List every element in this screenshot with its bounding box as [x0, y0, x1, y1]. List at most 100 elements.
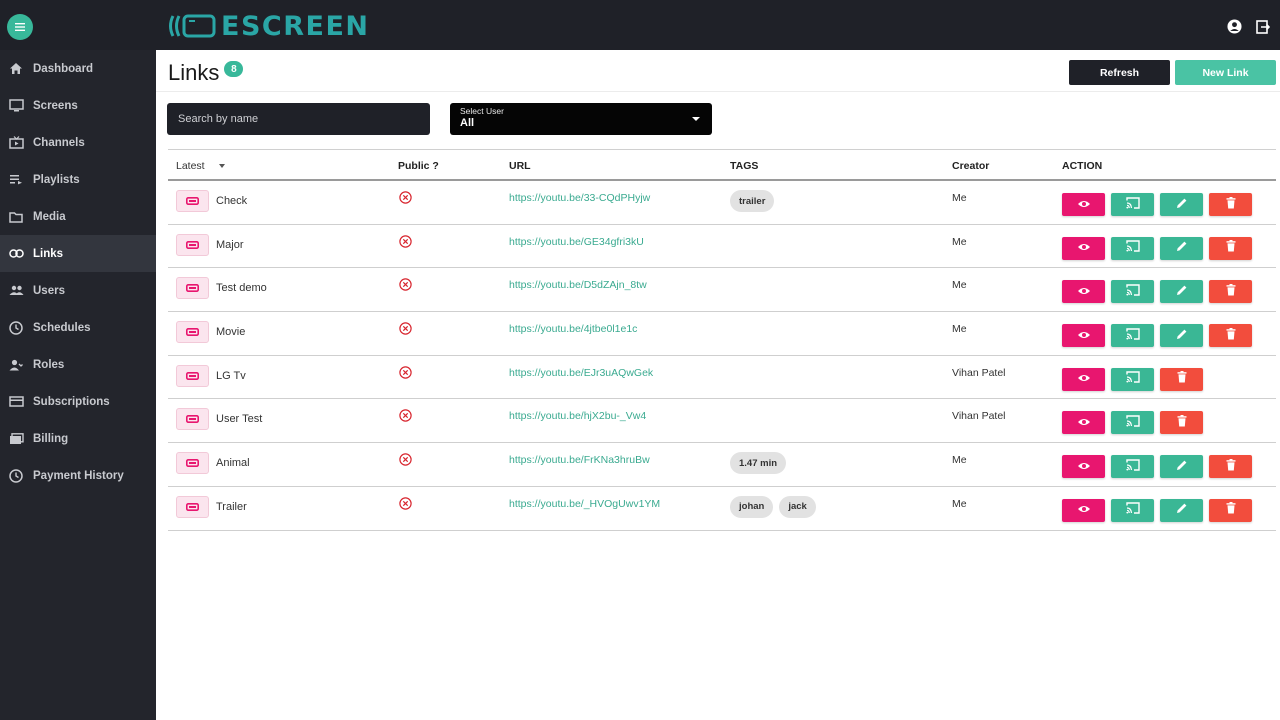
view-button[interactable] [1062, 324, 1105, 348]
delete-button[interactable] [1209, 324, 1252, 348]
count-badge: 8 [224, 61, 244, 77]
view-button[interactable] [1062, 455, 1105, 479]
link-name[interactable]: Major [216, 239, 244, 251]
edit-button[interactable] [1160, 280, 1203, 304]
link-url[interactable]: https://youtu.be/D5dZAjn_8tw [509, 279, 647, 291]
eye-icon [1077, 283, 1091, 301]
tag-chip[interactable]: 1.47 min [730, 452, 787, 475]
cast-button[interactable] [1111, 280, 1154, 304]
sidebar-item-subscriptions[interactable]: Subscriptions [0, 383, 156, 420]
cast-icon [1125, 283, 1140, 301]
sidebar-item-links[interactable]: Links [0, 235, 156, 272]
edit-button[interactable] [1160, 455, 1203, 479]
home-icon [8, 61, 24, 77]
sidebar-item-label: Media [33, 210, 66, 223]
sidebar-item-payment-history[interactable]: Payment History [0, 457, 156, 494]
sidebar-item-dashboard[interactable]: Dashboard [0, 50, 156, 87]
table-row: Check https://youtu.be/33-CQdPHyjw trailer… [168, 181, 1276, 225]
tag-chip[interactable]: johan [730, 495, 774, 518]
search-input[interactable] [167, 103, 430, 135]
link-url[interactable]: https://youtu.be/FrKNa3hruBw [509, 454, 650, 466]
tag-chip[interactable]: trailer [730, 190, 775, 212]
cast-button[interactable] [1111, 193, 1154, 216]
link-thumbnail [176, 190, 209, 212]
link-url[interactable]: https://youtu.be/33-CQdPHyjw [509, 192, 650, 204]
cast-button[interactable] [1111, 455, 1154, 479]
link-url[interactable]: https://youtu.be/4jtbe0l1e1c [509, 323, 637, 335]
link-url[interactable]: https://youtu.be/hjX2bu-_Vw4 [509, 410, 646, 422]
sidebar-item-screens[interactable]: Screens [0, 87, 156, 124]
delete-button[interactable] [1160, 367, 1203, 391]
link-thumbnail [176, 495, 209, 518]
delete-button[interactable] [1160, 411, 1203, 435]
sidebar-item-media[interactable]: Media [0, 198, 156, 235]
refresh-button[interactable]: Refresh [1069, 60, 1170, 85]
cast-button[interactable] [1111, 236, 1154, 260]
view-button[interactable] [1062, 498, 1105, 522]
link-name[interactable]: User Test [216, 413, 262, 425]
link-icon [8, 246, 24, 262]
edit-button[interactable] [1160, 193, 1203, 216]
user-select[interactable]: Select User All [450, 103, 712, 135]
video-icon [186, 240, 199, 249]
sidebar-item-billing[interactable]: Billing [0, 420, 156, 457]
new-link-button[interactable]: New Link [1175, 60, 1276, 85]
caret-down-icon [692, 117, 700, 121]
sidebar-item-roles[interactable]: Roles [0, 346, 156, 383]
link-name[interactable]: Movie [216, 326, 245, 338]
trash-icon [1226, 458, 1236, 476]
video-icon [186, 284, 199, 293]
sidebar-item-schedules[interactable]: Schedules [0, 309, 156, 346]
row-actions [1062, 367, 1203, 391]
sort-dropdown[interactable]: Latest [176, 160, 225, 172]
video-icon [186, 328, 199, 337]
view-button[interactable] [1062, 367, 1105, 391]
edit-button[interactable] [1160, 324, 1203, 348]
sidebar-item-label: Screens [33, 99, 78, 112]
logout-icon[interactable] [1256, 19, 1270, 34]
header-divider [156, 91, 1280, 92]
sidebar-item-playlists[interactable]: Playlists [0, 161, 156, 198]
row-actions [1062, 236, 1252, 260]
cast-button[interactable] [1111, 498, 1154, 522]
link-name[interactable]: Trailer [216, 501, 247, 513]
billing-icon [8, 431, 24, 447]
link-name[interactable]: Animal [216, 457, 250, 469]
tag-chip[interactable]: jack [779, 495, 816, 518]
account-icon[interactable] [1227, 19, 1242, 34]
users-icon [8, 283, 24, 299]
menu-toggle-button[interactable] [7, 14, 33, 40]
view-button[interactable] [1062, 411, 1105, 435]
video-icon [186, 502, 199, 511]
video-icon [186, 197, 199, 205]
delete-button[interactable] [1209, 193, 1252, 216]
link-thumbnail [176, 277, 209, 300]
eye-icon [1077, 414, 1091, 432]
view-button[interactable] [1062, 280, 1105, 304]
link-url[interactable]: https://youtu.be/GE34gfri3kU [509, 236, 644, 248]
eye-icon [1077, 327, 1091, 345]
link-name[interactable]: Test demo [216, 282, 267, 294]
cast-button[interactable] [1111, 324, 1154, 348]
view-button[interactable] [1062, 193, 1105, 216]
video-icon [186, 459, 199, 468]
cast-icon [1125, 196, 1140, 214]
edit-button[interactable] [1160, 236, 1203, 260]
link-url[interactable]: https://youtu.be/EJr3uAQwGek [509, 367, 653, 379]
link-url[interactable]: https://youtu.be/_HVOgUwv1YM [509, 498, 660, 510]
column-header-public: Public ? [398, 160, 439, 172]
delete-button[interactable] [1209, 455, 1252, 479]
delete-button[interactable] [1209, 498, 1252, 522]
view-button[interactable] [1062, 236, 1105, 260]
sidebar-item-users[interactable]: Users [0, 272, 156, 309]
link-name[interactable]: Check [216, 195, 247, 207]
cast-button[interactable] [1111, 367, 1154, 391]
edit-button[interactable] [1160, 498, 1203, 522]
link-name[interactable]: LG Tv [216, 370, 246, 382]
cast-button[interactable] [1111, 411, 1154, 435]
sidebar-item-channels[interactable]: Channels [0, 124, 156, 161]
delete-button[interactable] [1209, 280, 1252, 304]
link-thumbnail [176, 364, 209, 387]
delete-button[interactable] [1209, 236, 1252, 260]
sidebar-item-label: Links [33, 247, 64, 260]
